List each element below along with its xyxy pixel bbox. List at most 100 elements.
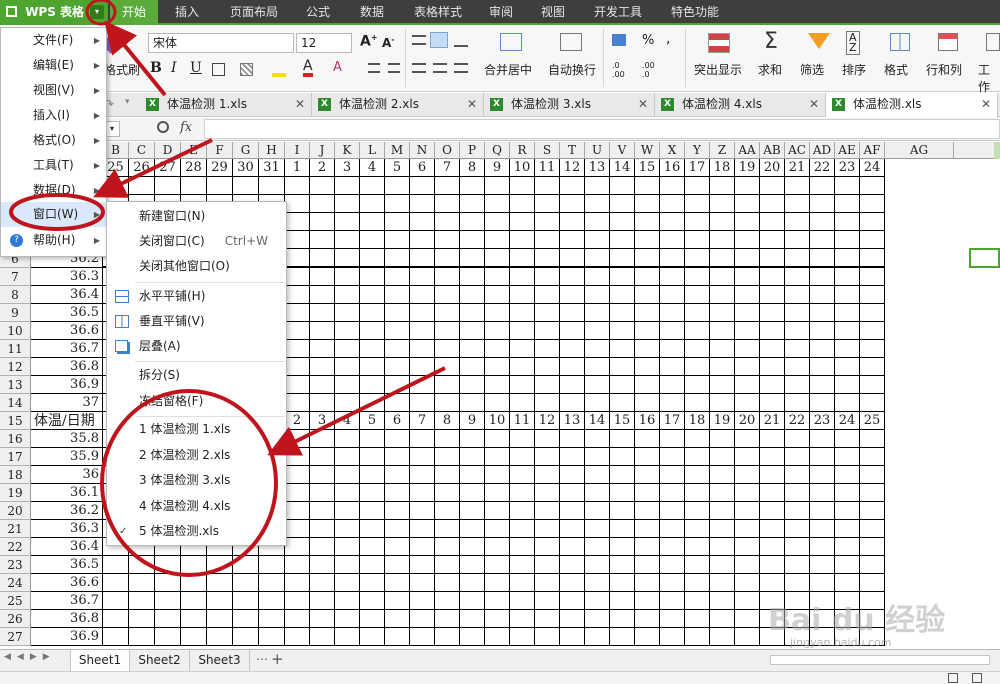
- grid-cell[interactable]: [785, 430, 810, 448]
- grid-cell[interactable]: [460, 394, 485, 412]
- grid-cell[interactable]: [860, 556, 885, 574]
- format-painter-label[interactable]: 格式刷: [104, 61, 140, 78]
- grid-cell[interactable]: [485, 502, 510, 520]
- grid-cell[interactable]: [585, 177, 610, 195]
- grid-cell[interactable]: [259, 592, 285, 610]
- grid-cell[interactable]: [435, 430, 460, 448]
- grid-cell[interactable]: [535, 195, 560, 213]
- menu-item-file[interactable]: 文件(F) ▶: [1, 28, 106, 53]
- grid-cell[interactable]: [810, 340, 835, 358]
- grid-cell[interactable]: [535, 448, 560, 466]
- grid-cell[interactable]: [485, 177, 510, 195]
- chevron-down-icon[interactable]: ▾: [90, 5, 104, 19]
- grid-cell[interactable]: [335, 394, 360, 412]
- grid-cell[interactable]: [410, 340, 435, 358]
- grid-cell[interactable]: [233, 574, 259, 592]
- grid-cell[interactable]: [560, 394, 585, 412]
- grid-cell[interactable]: [810, 358, 835, 376]
- grid-cell[interactable]: [510, 376, 535, 394]
- sheet-tab[interactable]: Sheet2: [130, 650, 190, 671]
- increase-decimal-icon[interactable]: .0.00: [612, 61, 625, 79]
- grid-cell[interactable]: [560, 466, 585, 484]
- grid-cell[interactable]: [585, 304, 610, 322]
- grid-cell[interactable]: [635, 177, 660, 195]
- grow-font-icon[interactable]: A+: [360, 33, 378, 50]
- tab-insert[interactable]: 插入: [163, 0, 211, 25]
- grid-cell[interactable]: [510, 177, 535, 195]
- grid-cell[interactable]: [410, 195, 435, 213]
- grid-cell[interactable]: [810, 502, 835, 520]
- menu-item-insert[interactable]: 插入(I) ▶: [1, 103, 106, 128]
- grid-cell[interactable]: [435, 177, 460, 195]
- sort-label[interactable]: 排序: [842, 61, 866, 78]
- grid-cell[interactable]: [535, 394, 560, 412]
- grid-cell[interactable]: [435, 304, 460, 322]
- grid-cell[interactable]: [560, 520, 585, 538]
- grid-cell[interactable]: [710, 358, 735, 376]
- grid-cell[interactable]: [635, 520, 660, 538]
- grid-cell[interactable]: [810, 231, 835, 249]
- grid-cell[interactable]: [181, 628, 207, 646]
- grid-cell[interactable]: [510, 538, 535, 556]
- grid-cell[interactable]: [510, 610, 535, 628]
- grid-cell[interactable]: [285, 448, 310, 466]
- grid-cell[interactable]: [410, 286, 435, 304]
- underline-button[interactable]: U: [190, 60, 202, 76]
- grid-cell[interactable]: [285, 466, 310, 484]
- grid-cell[interactable]: [835, 304, 860, 322]
- grid-cell[interactable]: [760, 466, 785, 484]
- grid-cell[interactable]: [207, 592, 233, 610]
- grid-cell[interactable]: [660, 466, 685, 484]
- grid-cell[interactable]: [485, 358, 510, 376]
- grid-cell[interactable]: [810, 304, 835, 322]
- grid-cell[interactable]: [635, 213, 660, 231]
- grid-cell[interactable]: [860, 177, 885, 195]
- row-header[interactable]: 19: [0, 484, 31, 502]
- grid-cell[interactable]: [560, 484, 585, 502]
- grid-cell[interactable]: [685, 177, 710, 195]
- grid-cell[interactable]: [560, 574, 585, 592]
- grid-cell[interactable]: [310, 592, 335, 610]
- row-header[interactable]: 18: [0, 466, 31, 484]
- grid-cell[interactable]: [435, 195, 460, 213]
- grid-cell[interactable]: [685, 304, 710, 322]
- grid-cell[interactable]: [860, 304, 885, 322]
- grid-cell[interactable]: [335, 574, 360, 592]
- grid-cell[interactable]: [310, 448, 335, 466]
- grid-cell[interactable]: [560, 592, 585, 610]
- grid-cell[interactable]: [835, 286, 860, 304]
- grid-cell[interactable]: [310, 340, 335, 358]
- close-window-item[interactable]: 关闭窗口(C) Ctrl+W: [107, 229, 286, 254]
- row-header[interactable]: 14: [0, 394, 31, 412]
- grid-cell[interactable]: [233, 628, 259, 646]
- grid-cell[interactable]: [410, 430, 435, 448]
- day-cell[interactable]: 12: [535, 412, 560, 430]
- grid-cell[interactable]: [660, 358, 685, 376]
- bold-button[interactable]: B: [150, 60, 162, 76]
- grid-cell[interactable]: [435, 466, 460, 484]
- grid-cell[interactable]: [610, 376, 635, 394]
- grid-cell[interactable]: [610, 195, 635, 213]
- row-header[interactable]: 25: [0, 592, 31, 610]
- grid-cell[interactable]: [385, 628, 410, 646]
- worksheet-icon[interactable]: [986, 33, 1000, 51]
- day-cell[interactable]: 25: [860, 412, 885, 430]
- grid-cell[interactable]: [385, 286, 410, 304]
- grid-cell[interactable]: [181, 574, 207, 592]
- grid-cell[interactable]: [560, 304, 585, 322]
- grid-cell[interactable]: [335, 286, 360, 304]
- grid-cell[interactable]: [760, 304, 785, 322]
- grid-cell[interactable]: [385, 538, 410, 556]
- grid-cell[interactable]: [233, 556, 259, 574]
- column-header[interactable]: AE: [835, 142, 860, 159]
- grid-cell[interactable]: [635, 610, 660, 628]
- align-right-icon[interactable]: [454, 63, 468, 73]
- grid-cell[interactable]: [360, 358, 385, 376]
- grid-cell[interactable]: [610, 538, 635, 556]
- grid-cell[interactable]: [710, 628, 735, 646]
- grid-cell[interactable]: [760, 358, 785, 376]
- grid-cell[interactable]: [660, 231, 685, 249]
- grid-cell[interactable]: [835, 484, 860, 502]
- grid-cell[interactable]: [485, 574, 510, 592]
- grid-cell[interactable]: [410, 250, 435, 268]
